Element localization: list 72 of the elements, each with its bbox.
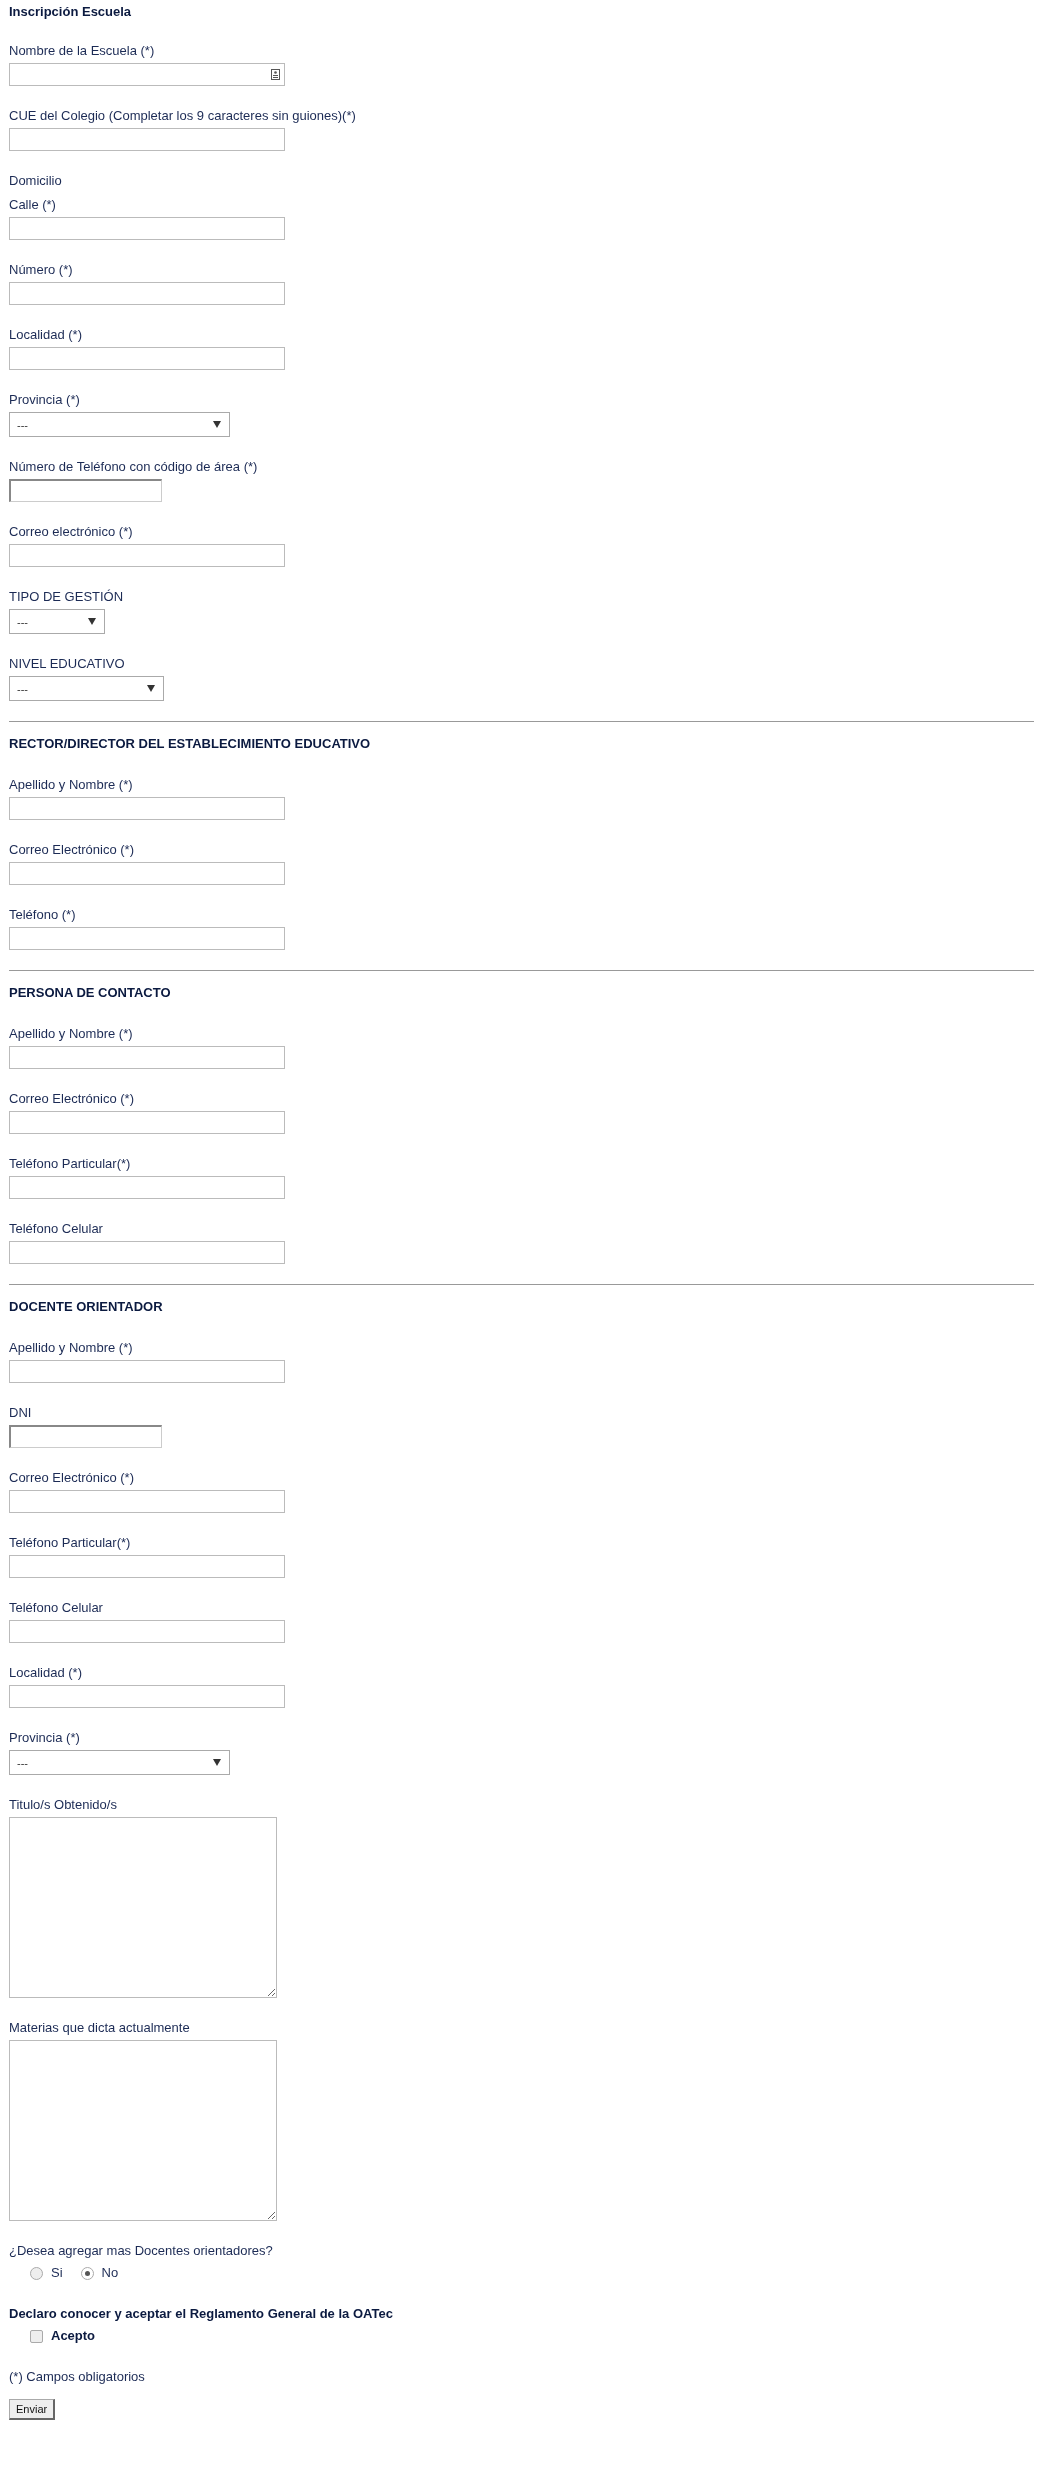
caret-icon	[88, 618, 96, 625]
text-field[interactable]	[9, 1685, 285, 1708]
text-field[interactable]	[9, 282, 285, 305]
field-label: Correo electrónico (*)	[9, 523, 134, 541]
text-field[interactable]	[9, 479, 162, 502]
caret-icon	[213, 1759, 221, 1766]
field-label: Número (*)	[9, 261, 74, 279]
checkbox-label: Acepto	[51, 2327, 96, 2345]
field-label: Correo Electrónico (*)	[9, 1469, 135, 1487]
field-label: Titulo/s Obtenido/s	[9, 1796, 118, 1814]
field-label: Apellido y Nombre (*)	[9, 1339, 134, 1357]
text-field[interactable]	[9, 1360, 285, 1383]
dropdown[interactable]: ---	[9, 412, 230, 437]
caret-icon	[213, 421, 221, 428]
option-label: No	[101, 2264, 119, 2282]
text-field[interactable]	[9, 1490, 285, 1513]
dropdown[interactable]: ---	[9, 1750, 230, 1775]
radio-button[interactable]	[80, 2266, 94, 2280]
text-area[interactable]	[9, 2040, 277, 2221]
field-label: Provincia (*)	[9, 1729, 81, 1747]
field-label: Provincia (*)	[9, 391, 81, 409]
field-label: Correo Electrónico (*)	[9, 1090, 135, 1108]
text-field[interactable]	[9, 128, 285, 151]
text-field[interactable]	[9, 797, 285, 820]
text-field[interactable]	[9, 1555, 285, 1578]
declaration-heading: Declaro conocer y aceptar el Reglamento General de la OATec	[9, 2305, 394, 2323]
field-label: Localidad (*)	[9, 326, 83, 344]
text-field[interactable]	[9, 1111, 285, 1134]
field-label: Teléfono Particular(*)	[9, 1155, 132, 1173]
field-label: Correo Electrónico (*)	[9, 841, 135, 859]
question-label: ¿Desea agregar mas Docentes orientadores?	[9, 2242, 274, 2260]
field-label: DNI	[9, 1404, 33, 1422]
field-label: Apellido y Nombre (*)	[9, 776, 134, 794]
field-label: Teléfono Particular(*)	[9, 1534, 132, 1552]
text-area[interactable]	[9, 1817, 277, 1998]
section-heading: RECTOR/DIRECTOR DEL ESTABLECIMIENTO EDUCATIVO	[9, 735, 372, 753]
text-field[interactable]	[9, 1620, 285, 1643]
section-heading: Inscripción Escuela	[9, 3, 133, 21]
field-label: Calle (*)	[9, 196, 57, 214]
text-field[interactable]	[9, 1046, 285, 1069]
text-field[interactable]	[9, 927, 285, 950]
field-label: Teléfono (*)	[9, 906, 77, 924]
text-field[interactable]	[9, 1241, 285, 1264]
field-label: Teléfono Celular	[9, 1599, 104, 1617]
field-label: Teléfono Celular	[9, 1220, 104, 1238]
field-label: Materias que dicta actualmente	[9, 2019, 191, 2037]
radio-button[interactable]	[30, 2266, 43, 2280]
text-field[interactable]	[9, 544, 285, 567]
caret-icon	[147, 685, 155, 692]
field-label: NIVEL EDUCATIVO	[9, 655, 126, 673]
field-label: Domicilio	[9, 172, 63, 190]
contact-card-icon	[271, 69, 280, 80]
option-label: Si	[51, 2264, 63, 2282]
required-note: (*) Campos obligatorios	[9, 2368, 146, 2386]
field-label: Número de Teléfono con código de área (*)	[9, 458, 259, 476]
dropdown[interactable]: ---	[9, 676, 164, 701]
field-label: Localidad (*)	[9, 1664, 83, 1682]
field-label: TIPO DE GESTIÓN	[9, 588, 125, 606]
submit-button[interactable]: Enviar	[9, 2399, 56, 2420]
section-heading: PERSONA DE CONTACTO	[9, 984, 172, 1002]
field-label: Apellido y Nombre (*)	[9, 1025, 134, 1043]
section-heading: DOCENTE ORIENTADOR	[9, 1298, 164, 1316]
field-label: CUE del Colegio (Completar los 9 caracteres sin guiones)(*)	[9, 107, 357, 125]
checkbox[interactable]	[30, 2329, 43, 2343]
text-field[interactable]	[9, 217, 285, 240]
text-field[interactable]	[9, 347, 285, 370]
text-field[interactable]	[9, 63, 285, 86]
text-field[interactable]	[9, 862, 285, 885]
text-field[interactable]	[9, 1176, 285, 1199]
dropdown[interactable]: ---	[9, 609, 105, 634]
text-field[interactable]	[9, 1425, 162, 1448]
field-label: Nombre de la Escuela (*)	[9, 42, 156, 60]
